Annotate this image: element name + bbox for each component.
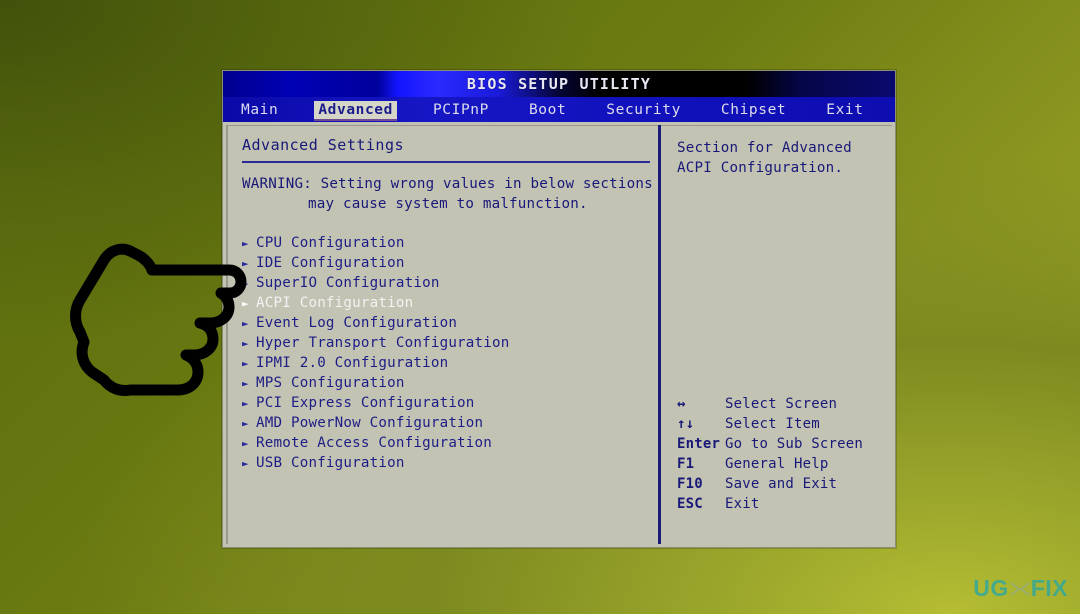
tab-chipset[interactable]: Chipset [717,101,790,119]
legend-row-esc: ESC Exit [677,494,873,514]
panel-section-title: Advanced Settings [242,136,405,154]
context-help-text: Section for Advanced ACPI Configuration. [677,138,892,178]
triangle-right-icon: ► [242,356,249,370]
ugetfix-watermark: UG FIX [973,575,1068,602]
menu-item-label: IPMI 2.0 Configuration [256,355,449,371]
triangle-right-icon: ► [242,276,249,290]
menu-item-acpi-configuration[interactable]: ► ACPI Configuration [242,293,658,313]
esc-key-label: ESC [677,496,703,512]
menu-item-label: Remote Access Configuration [256,435,493,451]
menu-item-label: IDE Configuration [256,255,405,271]
arrows-horizontal-icon: ↔ [677,396,686,412]
advanced-menu-list: ► CPU Configuration ► IDE Configuration … [242,233,658,473]
legend-row-enter: Enter Go to Sub Screen [677,434,873,454]
legend-label: Save and Exit [725,476,838,492]
legend-row-select-screen: ↔ Select Screen [677,394,873,414]
menu-item-pci-express-configuration[interactable]: ► PCI Express Configuration [242,393,658,413]
f1-key-label: F1 [677,456,695,472]
legend-label: General Help [725,456,829,472]
menu-item-event-log-configuration[interactable]: ► Event Log Configuration [242,313,658,333]
desktop-background: BIOS SETUP UTILITY Main Advanced PCIPnP … [0,0,1080,614]
triangle-right-icon: ► [242,376,249,390]
section-divider-rule [242,161,650,163]
triangle-right-icon: ► [242,456,249,470]
menu-item-label: Hyper Transport Configuration [256,335,510,351]
triangle-right-icon: ► [242,316,249,330]
bios-setup-window: BIOS SETUP UTILITY Main Advanced PCIPnP … [222,70,896,548]
arrows-vertical-icon: ↑↓ [677,416,695,432]
bios-body: Advanced Settings WARNING: Setting wrong… [223,122,895,547]
triangle-right-icon: ► [242,396,249,410]
triangle-right-icon: ► [242,256,249,270]
menu-item-superio-configuration[interactable]: ► SuperIO Configuration [242,273,658,293]
triangle-right-icon: ► [242,236,249,250]
tab-exit[interactable]: Exit [822,101,867,119]
menu-item-label: USB Configuration [256,455,405,471]
key-legend: ↔ Select Screen ↑↓ Select Item Enter Go … [677,394,873,514]
menu-item-mps-configuration[interactable]: ► MPS Configuration [242,373,658,393]
warning-line-2: may cause system to malfunction. [308,196,588,212]
tab-boot[interactable]: Boot [525,101,570,119]
help-line-1: Section for Advanced [677,140,852,156]
bios-title-bar: BIOS SETUP UTILITY [223,71,895,97]
menu-item-label: PCI Express Configuration [256,395,475,411]
warning-message: WARNING: Setting wrong values in below s… [242,174,658,214]
tab-security[interactable]: Security [602,101,685,119]
watermark-glyph-icon [1010,581,1030,597]
legend-label: Exit [725,496,760,512]
watermark-part-1: UG [973,575,1009,601]
menu-item-label: AMD PowerNow Configuration [256,415,484,431]
tab-main[interactable]: Main [237,101,282,119]
bios-nav-tab-bar[interactable]: Main Advanced PCIPnP Boot Security Chips… [223,97,895,122]
advanced-settings-panel: Advanced Settings WARNING: Setting wrong… [226,125,658,544]
legend-row-f1: F1 General Help [677,454,873,474]
enter-key-label: Enter [677,436,721,452]
legend-label: Go to Sub Screen [725,436,864,452]
menu-item-label: CPU Configuration [256,235,405,251]
menu-item-amd-powernow-configuration[interactable]: ► AMD PowerNow Configuration [242,413,658,433]
menu-item-usb-configuration[interactable]: ► USB Configuration [242,453,658,473]
tab-advanced[interactable]: Advanced [314,100,397,119]
f10-key-label: F10 [677,476,703,492]
menu-item-ide-configuration[interactable]: ► IDE Configuration [242,253,658,273]
triangle-right-icon: ► [242,296,249,310]
triangle-right-icon: ► [242,416,249,430]
legend-label: Select Item [725,416,820,432]
menu-item-ipmi-configuration[interactable]: ► IPMI 2.0 Configuration [242,353,658,373]
menu-item-label: ACPI Configuration [256,295,414,311]
legend-row-select-item: ↑↓ Select Item [677,414,873,434]
legend-label: Select Screen [725,396,838,412]
help-panel: Section for Advanced ACPI Configuration.… [661,125,892,544]
arrows-inward-icon [1010,581,1030,596]
menu-item-label: Event Log Configuration [256,315,458,331]
triangle-right-icon: ► [242,336,249,350]
menu-item-label: SuperIO Configuration [256,275,440,291]
warning-line-1: WARNING: Setting wrong values in below s… [242,176,653,192]
triangle-right-icon: ► [242,436,249,450]
bios-title-text: BIOS SETUP UTILITY [466,75,652,93]
menu-item-remote-access-configuration[interactable]: ► Remote Access Configuration [242,433,658,453]
tab-pcipnp[interactable]: PCIPnP [429,101,493,119]
watermark-part-3: FIX [1030,575,1068,601]
menu-item-cpu-configuration[interactable]: ► CPU Configuration [242,233,658,253]
menu-item-hyper-transport-configuration[interactable]: ► Hyper Transport Configuration [242,333,658,353]
menu-item-label: MPS Configuration [256,375,405,391]
help-line-2: ACPI Configuration. [677,160,844,176]
legend-row-f10: F10 Save and Exit [677,474,873,494]
